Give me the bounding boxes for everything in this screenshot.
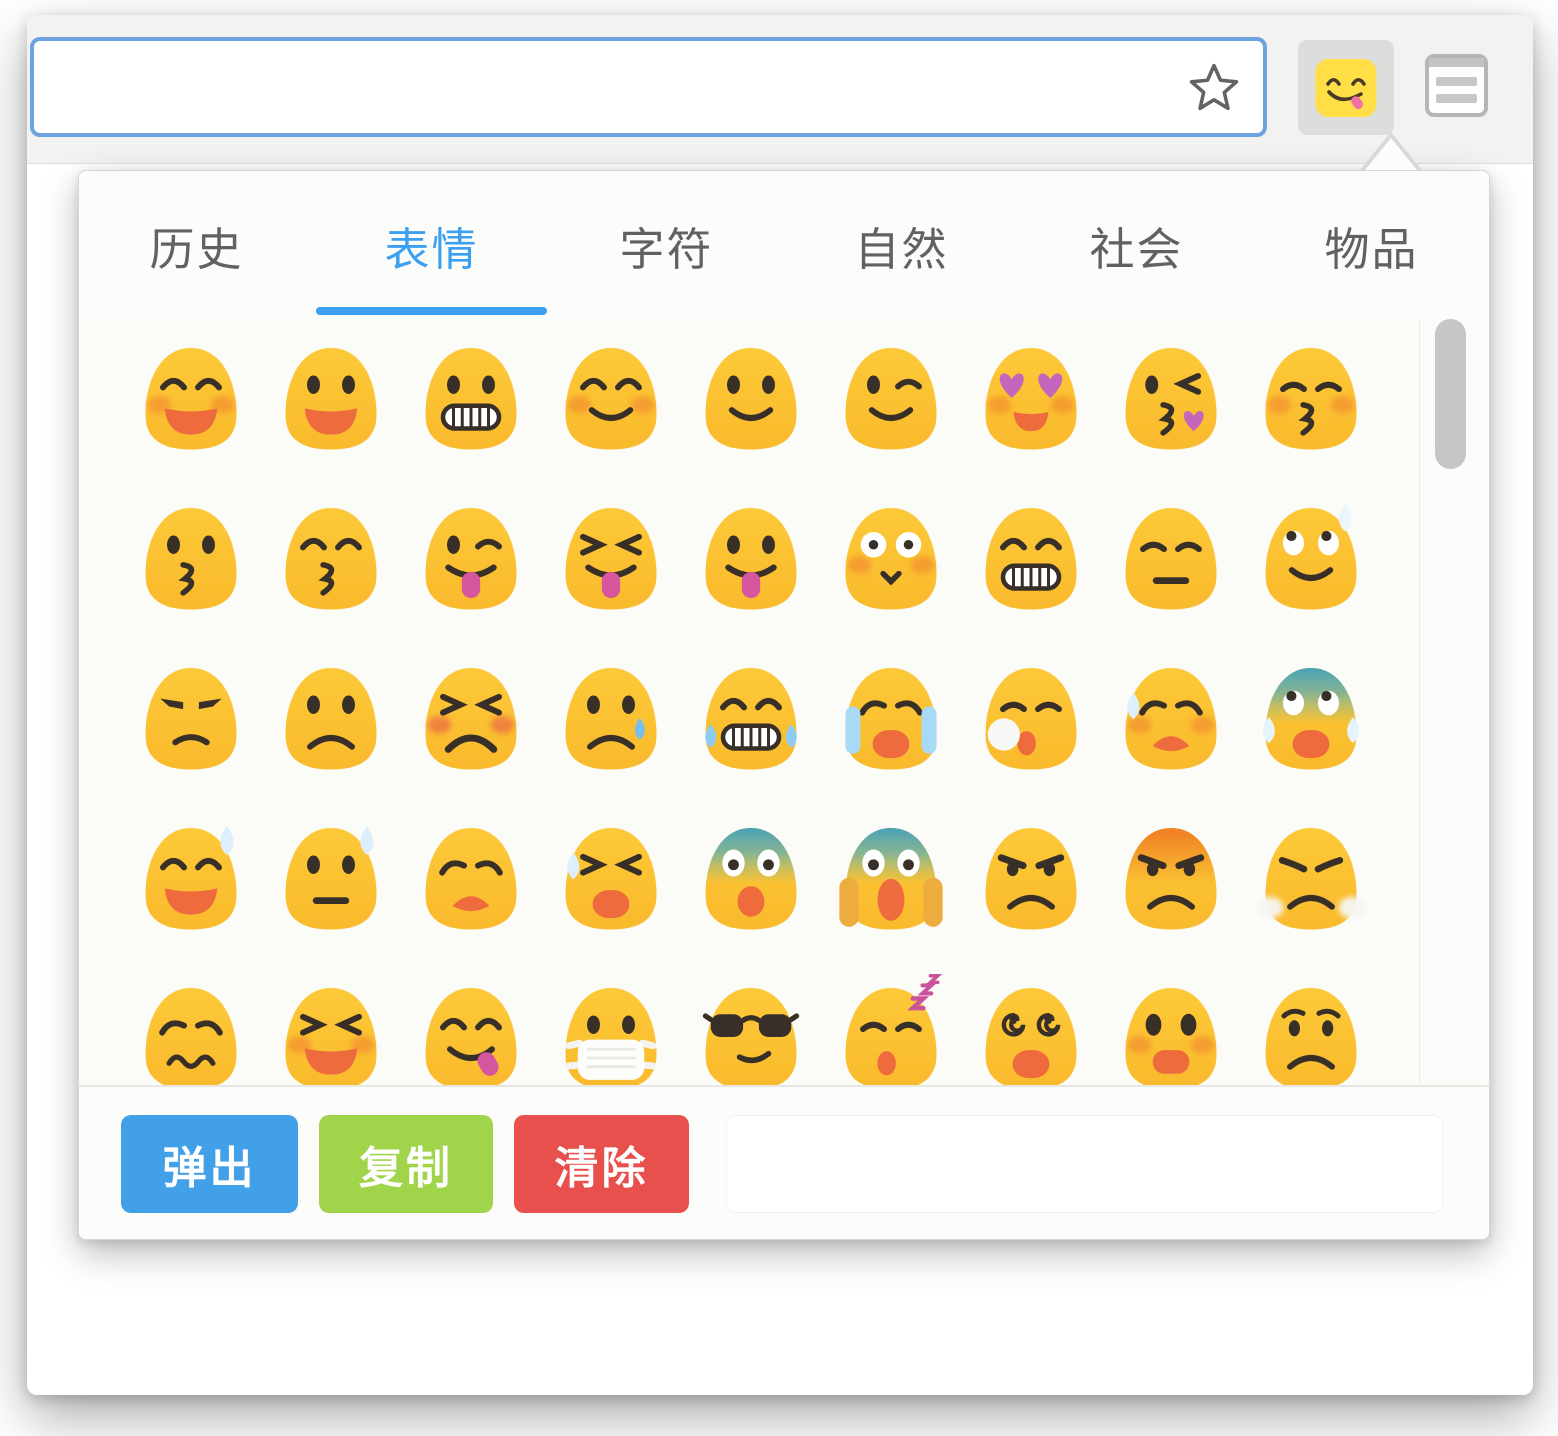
emoji-extension-button[interactable] [1298, 40, 1394, 135]
emoji-grid [79, 319, 1471, 1096]
emoji-astonished-face[interactable] [1101, 966, 1241, 1096]
emoji-weary-face[interactable] [401, 806, 541, 966]
tab-emoticons[interactable]: 表情 [314, 171, 549, 319]
category-tabbar: 历史 表情 字符 自然 社会 物品 [79, 171, 1489, 319]
emoji-tired-face[interactable] [541, 806, 681, 966]
emoji-loudly-crying-face[interactable] [821, 646, 961, 806]
emoji-kissing-face[interactable] [121, 486, 261, 646]
emoji-angry-face[interactable] [961, 806, 1101, 966]
emoji-disappointed-relieved-face[interactable] [1101, 646, 1241, 806]
emoji-disappointed-face[interactable] [261, 646, 401, 806]
browser-menu-icon[interactable] [1425, 54, 1488, 117]
emoji-face-with-mask[interactable] [541, 966, 681, 1096]
emoji-beaming-face[interactable] [961, 486, 1101, 646]
scrollbar-track[interactable] [1419, 319, 1482, 1089]
emoji-unamused-face[interactable] [121, 646, 261, 806]
menu-icon-bar [1429, 58, 1484, 67]
menu-icon-bar [1436, 94, 1477, 103]
clear-button[interactable]: 清除 [514, 1115, 689, 1213]
emoji-screaming-face[interactable] [821, 806, 961, 966]
tab-society[interactable]: 社会 [1019, 171, 1254, 319]
browser-toolbar [27, 15, 1533, 164]
emoji-downcast-face-sweat[interactable] [261, 806, 401, 966]
emoji-squinting-face-tongue[interactable] [541, 486, 681, 646]
emoji-pouting-face[interactable] [1101, 806, 1241, 966]
emoji-output-field[interactable] [726, 1115, 1443, 1213]
emoji-winking-face-tongue[interactable] [401, 486, 541, 646]
tab-objects[interactable]: 物品 [1254, 171, 1489, 319]
emoji-grinning-face[interactable] [401, 326, 541, 486]
emoji-fearful-face[interactable] [681, 806, 821, 966]
emoji-face-with-tongue[interactable] [681, 486, 821, 646]
emoji-sleeping-face[interactable] [821, 966, 961, 1096]
emoji-picker-popup: 历史 表情 字符 自然 社会 物品 弹出 复制 清除 [78, 170, 1490, 1240]
emoji-smiling-face-open-mouth-smiling-eyes[interactable] [121, 326, 261, 486]
emoji-kissing-face-smiling-eyes[interactable] [261, 486, 401, 646]
tab-nature[interactable]: 自然 [784, 171, 1019, 319]
emoji-grinning-squinting-face[interactable] [261, 966, 401, 1096]
emoji-worried-face[interactable] [1241, 966, 1381, 1096]
emoji-smiling-face-smiling-eyes[interactable] [541, 326, 681, 486]
emoji-anxious-face-sweat[interactable] [1241, 646, 1381, 806]
emoji-kissing-face-closed-eyes[interactable] [1241, 326, 1381, 486]
emoji-dizzy-face[interactable] [961, 966, 1101, 1096]
copy-button[interactable]: 复制 [319, 1115, 493, 1213]
emoji-sleepy-face[interactable] [961, 646, 1101, 806]
popup-arrow-fill [1365, 138, 1417, 170]
emoji-confounded-face[interactable] [121, 966, 261, 1096]
emoji-flushed-face[interactable] [821, 486, 961, 646]
emoji-persevering-face[interactable] [401, 646, 541, 806]
tab-history[interactable]: 历史 [79, 171, 314, 319]
emoji-pensive-face[interactable] [1101, 486, 1241, 646]
emoji-grinning-face-sweat[interactable] [121, 806, 261, 966]
emoji-crying-face[interactable] [541, 646, 681, 806]
emoji-smiling-face-sunglasses[interactable] [681, 966, 821, 1096]
tab-characters[interactable]: 字符 [549, 171, 784, 319]
popout-button[interactable]: 弹出 [121, 1115, 298, 1213]
emoji-winking-face[interactable] [821, 326, 961, 486]
emoji-face-with-steam[interactable] [1241, 806, 1381, 966]
emoji-face-blowing-kiss[interactable] [1101, 326, 1241, 486]
emoji-extension-icon [1315, 58, 1377, 117]
emoji-face-savoring-food[interactable] [401, 966, 541, 1096]
scrollbar-thumb[interactable] [1435, 319, 1466, 469]
emoji-heart-eyes-face[interactable] [961, 326, 1101, 486]
emoji-relaxed-face[interactable] [681, 326, 821, 486]
menu-icon-bar [1436, 77, 1477, 86]
popup-footer: 弹出 复制 清除 [79, 1085, 1489, 1239]
address-bar[interactable] [30, 37, 1267, 137]
emoji-face-tears-of-joy[interactable] [681, 646, 821, 806]
screenshot-root: 历史 表情 字符 自然 社会 物品 弹出 复制 清除 [0, 0, 1558, 1436]
emoji-relieved-face[interactable] [1241, 486, 1381, 646]
emoji-smiling-face-open-mouth[interactable] [261, 326, 401, 486]
bookmark-star-icon[interactable] [1187, 60, 1241, 114]
